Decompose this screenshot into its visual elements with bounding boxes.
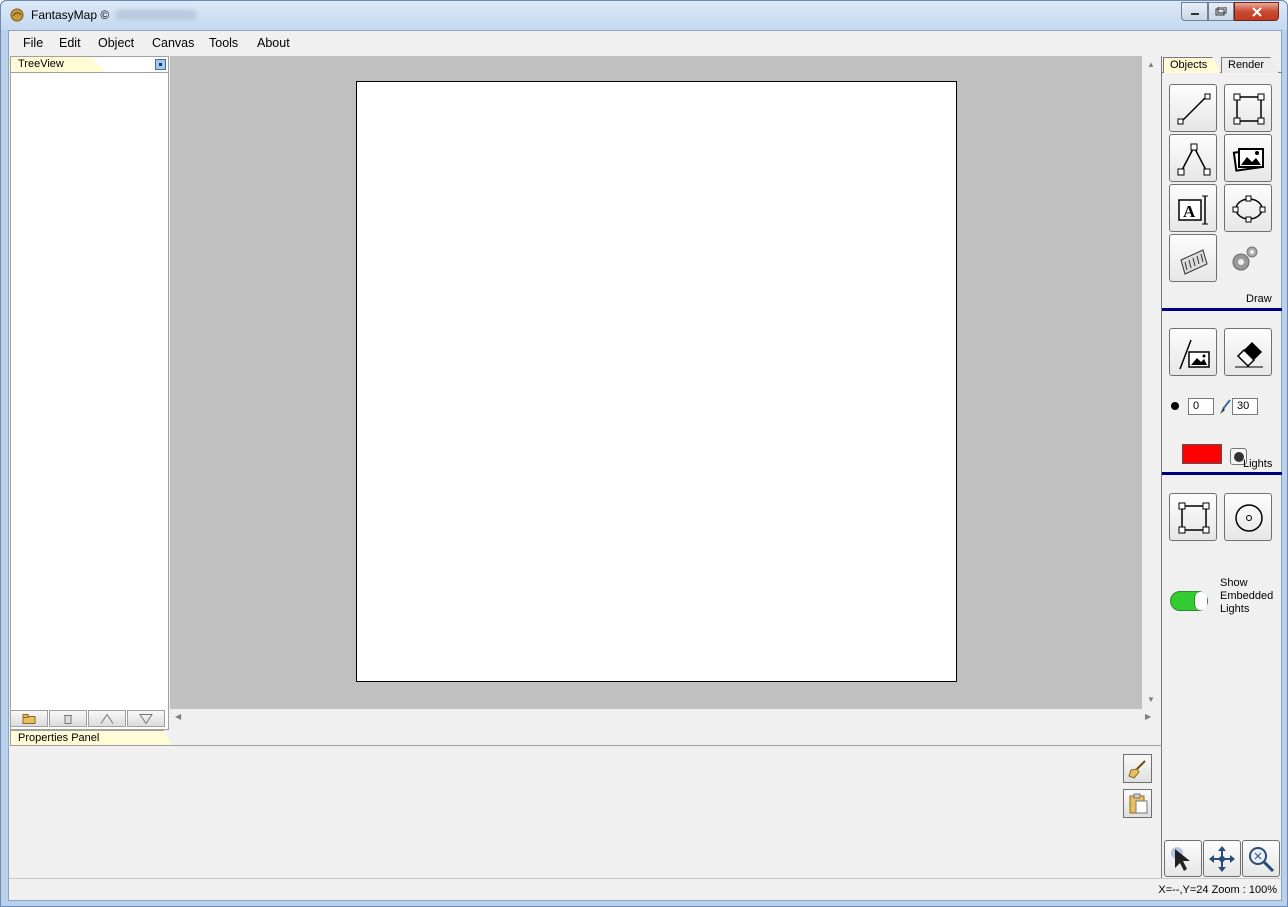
close-icon — [1251, 6, 1262, 17]
polyline-tool-button[interactable] — [1169, 134, 1217, 182]
restore-icon — [1215, 6, 1227, 15]
text-icon: A — [1178, 195, 1208, 225]
embedded-rect-button[interactable] — [1169, 493, 1217, 541]
menu-tools[interactable]: Tools — [209, 36, 238, 50]
light-paint-button[interactable] — [1169, 328, 1217, 376]
tab-render[interactable]: Render — [1221, 57, 1279, 73]
arrow-up-icon — [100, 713, 114, 724]
paint-image-icon — [1179, 339, 1210, 370]
scroll-down-icon[interactable]: ▼ — [1147, 695, 1155, 704]
ellipse-tool-button[interactable] — [1224, 184, 1272, 232]
lights-section-label: Lights — [1243, 458, 1273, 470]
light-color-swatch[interactable] — [1182, 444, 1222, 464]
menu-canvas[interactable]: Canvas — [152, 36, 194, 50]
treeview-panel[interactable]: TreeView — [10, 56, 169, 730]
horizontal-scrollbar[interactable]: ◀ ▶ — [170, 709, 1159, 726]
draw-divider — [1162, 308, 1282, 311]
delete-node-button[interactable] — [49, 710, 87, 727]
arrow-down-icon — [139, 713, 153, 724]
window-title: FantasyMap © — [31, 8, 110, 22]
text-tool-button[interactable]: A — [1169, 184, 1217, 232]
image-tool-button[interactable] — [1224, 134, 1272, 182]
polyline-icon — [1177, 143, 1211, 176]
clipboard-icon — [1129, 793, 1148, 814]
treeview-divider — [11, 72, 168, 73]
paste-properties-button[interactable] — [1123, 789, 1152, 818]
images-icon — [1232, 148, 1264, 172]
close-button[interactable] — [1234, 2, 1279, 21]
pan-tool-button[interactable] — [1203, 840, 1241, 877]
pointer-icon — [1171, 847, 1190, 871]
add-folder-button[interactable] — [10, 710, 48, 727]
properties-divider — [10, 745, 1161, 746]
tools-tabs: Objects Render — [1162, 56, 1282, 73]
scroll-right-icon[interactable]: ▶ — [1145, 712, 1151, 721]
pan-icon — [1209, 846, 1235, 872]
ellipse-icon — [1232, 195, 1266, 223]
status-bar: X=--,Y=24 Zoom : 100% — [9, 878, 1281, 900]
rectangle-tool-button[interactable] — [1224, 84, 1272, 132]
embedded-light-button[interactable] — [1224, 493, 1272, 541]
draw-section-label: Draw — [1246, 293, 1272, 305]
menu-bar: File Edit Object Canvas Tools About — [9, 31, 1281, 55]
eraser-icon — [1235, 342, 1263, 368]
coords-readout: X=--,Y=24 — [1158, 884, 1209, 896]
client-area: File Edit Object Canvas Tools About Tree… — [8, 30, 1282, 901]
map-canvas[interactable] — [356, 81, 957, 682]
minimize-button[interactable] — [1181, 2, 1208, 21]
show-embedded-lights-label: Show Embedded Lights — [1220, 577, 1274, 615]
broom-icon — [1128, 760, 1146, 779]
menu-object[interactable]: Object — [98, 36, 134, 50]
properties-panel: Properties Panel — [10, 730, 1161, 878]
app-window: FantasyMap © File Edit Object Canvas Too… — [0, 0, 1288, 907]
dot-icon — [1171, 402, 1179, 410]
zoom-readout: Zoom : 100% — [1211, 884, 1277, 896]
tab-objects[interactable]: Objects — [1163, 57, 1221, 73]
light-erase-button[interactable] — [1224, 328, 1272, 376]
rectangle-select-icon — [1233, 93, 1265, 125]
title-redacted — [116, 10, 196, 20]
scroll-left-icon[interactable]: ◀ — [175, 712, 181, 721]
light-radius-input[interactable]: 0 — [1188, 398, 1214, 415]
brush-size-input[interactable]: 30 — [1232, 398, 1258, 415]
hatch-tool-button[interactable] — [1169, 234, 1217, 282]
svg-text:A: A — [1183, 202, 1196, 221]
move-down-button[interactable] — [127, 710, 165, 727]
maximize-button[interactable] — [1208, 2, 1234, 21]
canvas-viewport[interactable] — [170, 56, 1142, 709]
scroll-up-icon[interactable]: ▲ — [1147, 60, 1155, 69]
hatch-icon — [1180, 249, 1208, 275]
pin-icon[interactable] — [155, 59, 166, 70]
gears-icon — [1232, 246, 1258, 271]
properties-tab[interactable]: Properties Panel — [10, 730, 172, 746]
square-nodes-icon — [1178, 502, 1210, 534]
menu-file[interactable]: File — [23, 36, 43, 50]
circle-light-icon — [1235, 504, 1263, 532]
move-up-button[interactable] — [88, 710, 126, 727]
vertical-scrollbar[interactable]: ▲ ▼ — [1142, 56, 1159, 709]
treeview-toolbar — [10, 710, 169, 728]
minimize-icon — [1190, 12, 1199, 15]
lights-divider — [1162, 472, 1282, 475]
select-tool-button[interactable] — [1164, 840, 1202, 877]
line-icon — [1177, 93, 1211, 125]
show-embedded-lights-toggle[interactable] — [1170, 591, 1208, 611]
tools-panel: Objects Render A Draw 0 30 Lights Show E… — [1161, 56, 1282, 878]
menu-edit[interactable]: Edit — [59, 36, 81, 50]
menu-about[interactable]: About — [257, 36, 290, 50]
zoom-tool-button[interactable] — [1242, 840, 1280, 877]
clear-properties-button[interactable] — [1123, 754, 1152, 783]
brush-icon — [1220, 399, 1231, 414]
treeview-tab[interactable]: TreeView — [11, 57, 106, 73]
title-bar: FantasyMap © — [1, 1, 1287, 30]
folder-icon — [22, 713, 36, 724]
app-icon — [10, 8, 24, 22]
line-tool-button[interactable] — [1169, 84, 1217, 132]
trash-icon — [64, 714, 72, 724]
status-readout: X=--,Y=24 Zoom : 100% — [1158, 884, 1277, 896]
zoom-icon — [1249, 847, 1275, 873]
